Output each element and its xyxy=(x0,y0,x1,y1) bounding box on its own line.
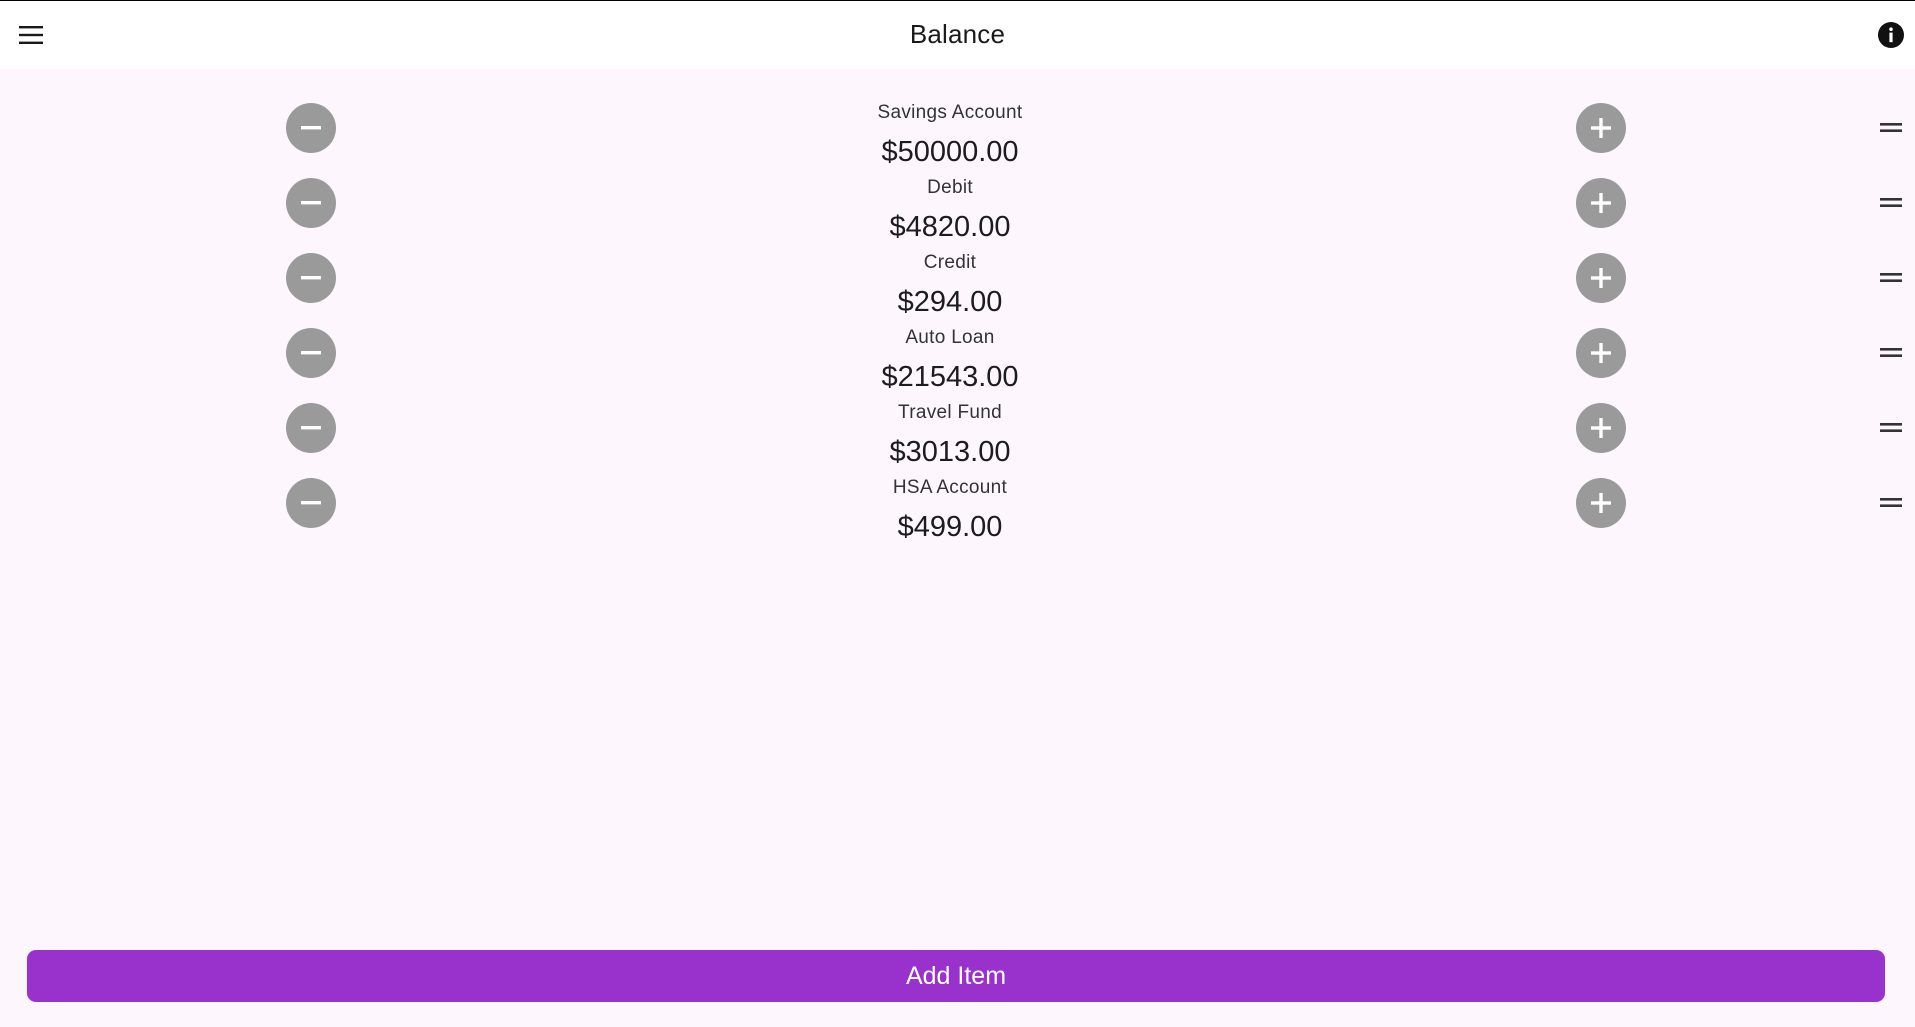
item-amount: $294.00 xyxy=(897,286,1003,318)
plus-icon xyxy=(1591,193,1611,213)
minus-icon xyxy=(301,126,321,130)
drag-handle-icon[interactable] xyxy=(1880,117,1902,139)
info-icon xyxy=(1878,22,1904,48)
list-item: Savings Account $50000.00 xyxy=(0,94,1915,169)
item-name: Credit xyxy=(923,252,977,273)
drag-handle-icon[interactable] xyxy=(1880,342,1902,364)
item-amount: $499.00 xyxy=(897,511,1003,543)
plus-icon xyxy=(1591,118,1611,138)
list-item: Travel Fund $3013.00 xyxy=(0,394,1915,469)
plus-icon xyxy=(1591,493,1611,513)
drag-handle-icon[interactable] xyxy=(1880,267,1902,289)
item-amount: $21543.00 xyxy=(881,361,1019,393)
minus-icon xyxy=(301,426,321,430)
decrease-button[interactable] xyxy=(286,328,336,378)
decrease-button[interactable] xyxy=(286,103,336,153)
item-name: Debit xyxy=(927,177,973,198)
minus-icon xyxy=(301,201,321,205)
increase-button[interactable] xyxy=(1576,403,1626,453)
increase-button[interactable] xyxy=(1576,328,1626,378)
decrease-button[interactable] xyxy=(286,403,336,453)
app-bar: Balance xyxy=(0,1,1915,69)
drag-handle-icon[interactable] xyxy=(1880,417,1902,439)
plus-icon xyxy=(1591,268,1611,288)
list-item: Debit $4820.00 xyxy=(0,169,1915,244)
item-amount: $3013.00 xyxy=(889,436,1011,468)
minus-icon xyxy=(301,276,321,280)
page-title: Balance xyxy=(909,19,1006,49)
app-screen: Balance Savings Account $50000.00 Debit … xyxy=(0,0,1915,1027)
add-item-button[interactable]: Add Item xyxy=(27,950,1885,1002)
plus-icon xyxy=(1591,343,1611,363)
info-button[interactable] xyxy=(1875,19,1907,51)
list-item: Auto Loan $21543.00 xyxy=(0,319,1915,394)
list-item: Credit $294.00 xyxy=(0,244,1915,319)
increase-button[interactable] xyxy=(1576,103,1626,153)
plus-icon xyxy=(1591,418,1611,438)
item-name: Savings Account xyxy=(877,102,1023,123)
balance-list: Savings Account $50000.00 Debit $4820.00 xyxy=(0,94,1915,544)
increase-button[interactable] xyxy=(1576,478,1626,528)
item-name: Travel Fund xyxy=(898,402,1002,423)
drag-handle-icon[interactable] xyxy=(1880,192,1902,214)
list-item: HSA Account $499.00 xyxy=(0,469,1915,544)
item-amount: $50000.00 xyxy=(881,136,1019,168)
item-amount: $4820.00 xyxy=(889,211,1011,243)
increase-button[interactable] xyxy=(1576,178,1626,228)
increase-button[interactable] xyxy=(1576,253,1626,303)
drag-handle-icon[interactable] xyxy=(1880,492,1902,514)
decrease-button[interactable] xyxy=(286,478,336,528)
item-name: Auto Loan xyxy=(905,327,995,348)
minus-icon xyxy=(301,351,321,355)
item-name: HSA Account xyxy=(892,477,1008,498)
decrease-button[interactable] xyxy=(286,253,336,303)
decrease-button[interactable] xyxy=(286,178,336,228)
minus-icon xyxy=(301,501,321,505)
